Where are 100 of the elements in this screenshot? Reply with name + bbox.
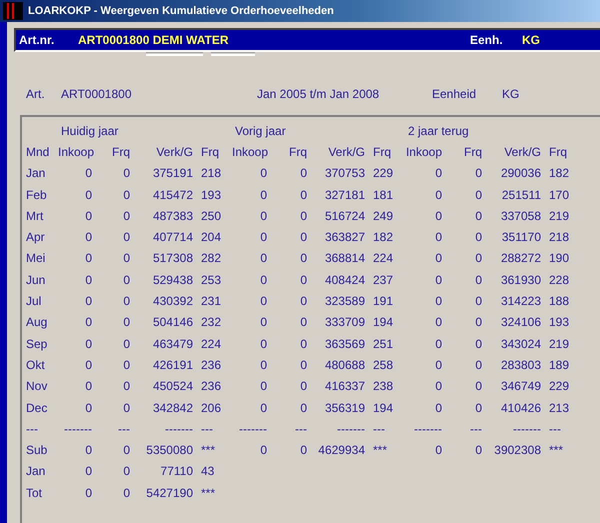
table-cell: 0 (85, 379, 92, 394)
table-cell: 0 (85, 166, 92, 180)
table-cell: 0 (123, 166, 130, 180)
table-cell: 181 (373, 188, 394, 202)
table-cell: 430392 (152, 294, 193, 308)
table-cell: ------- (337, 422, 365, 436)
column-header: Mnd (26, 144, 50, 159)
table-cell: 194 (373, 400, 394, 414)
table-cell: 333709 (324, 315, 365, 330)
table-cell: 0 (435, 188, 442, 202)
table-cell: 0 (260, 251, 267, 266)
table-cell: 290036 (500, 166, 541, 180)
row-label: Sub (26, 443, 48, 458)
table-cell: 0 (300, 230, 307, 244)
table-cell: 408424 (324, 272, 365, 287)
table-cell: 282 (201, 251, 222, 266)
table-cell: 0 (300, 379, 307, 394)
table-cell: --- (373, 422, 385, 436)
table-cell: 206 (201, 400, 222, 414)
table-cell: 0 (260, 336, 267, 351)
column-header: Inkoop (58, 144, 94, 159)
table-cell: 487383 (152, 208, 193, 223)
table-cell: 0 (475, 358, 482, 372)
table-cell: 324106 (500, 315, 541, 330)
table-cell: 194 (373, 315, 394, 330)
row-label: Nov (26, 379, 48, 394)
table-cell: 0 (260, 358, 267, 372)
table-cell: 0 (435, 230, 442, 244)
table-cell: 0 (435, 336, 442, 351)
table-cell: 0 (435, 251, 442, 266)
table-cell: 0 (123, 294, 130, 308)
table-cell: 229 (373, 166, 394, 180)
table-cell: 0 (260, 294, 267, 308)
column-header: Verk/G (156, 144, 193, 159)
table-cell: 480688 (324, 358, 365, 372)
table-cell: 361930 (500, 272, 541, 287)
table-cell: 415472 (152, 188, 193, 202)
table-cell: 0 (435, 166, 442, 180)
table-cell: 5427190 (146, 486, 193, 500)
table-cell: 236 (201, 358, 222, 372)
table-cell: --- (118, 422, 130, 436)
input-field[interactable] (146, 52, 203, 56)
article-value: ART0001800 DEMI WATER (78, 33, 230, 47)
table-cell: 0 (300, 166, 307, 180)
table-cell: 237 (373, 272, 394, 287)
input-field[interactable] (211, 52, 255, 56)
app-icon (3, 2, 23, 20)
table-cell: 0 (300, 188, 307, 202)
table-cell: 0 (300, 336, 307, 351)
table-cell: 517308 (152, 251, 193, 266)
table-cell: 0 (85, 315, 92, 330)
table-cell: 323589 (324, 294, 365, 308)
table-cell: 0 (85, 230, 92, 244)
row-label: Jan (26, 464, 46, 478)
table-cell: 0 (123, 400, 130, 414)
window-title: LOARKOKP - Weergeven Kumulatieve Orderhoeveelheden (28, 5, 334, 17)
table-cell: 288272 (500, 251, 541, 266)
table-cell: 0 (85, 272, 92, 287)
table-cell: 0 (85, 294, 92, 308)
table-cell: 219 (549, 208, 570, 223)
table-cell: 0 (123, 486, 130, 500)
table-cell: 0 (85, 400, 92, 414)
table-cell: 0 (260, 188, 267, 202)
table-cell: 190 (549, 251, 570, 266)
table-cell: 346749 (500, 379, 541, 394)
table-cell: 0 (475, 336, 482, 351)
table-cell: 0 (435, 379, 442, 394)
table-cell: 0 (300, 208, 307, 223)
table-cell: 238 (373, 379, 394, 394)
table-cell: 0 (475, 208, 482, 223)
table-cell: 407714 (152, 230, 193, 244)
table-cell: 0 (300, 294, 307, 308)
table-cell: 249 (373, 208, 394, 223)
table-cell: 0 (123, 379, 130, 394)
row-label: Mrt (26, 208, 44, 223)
table-cell: 343024 (500, 336, 541, 351)
table-cell: 0 (475, 188, 482, 202)
group-header: 2 jaar terug (408, 124, 469, 138)
table-cell: 314223 (500, 294, 541, 308)
row-label: Mei (26, 251, 46, 266)
table-cell: --- (201, 422, 213, 436)
table-cell: 351170 (502, 230, 541, 244)
table-cell: 193 (549, 315, 570, 330)
table-cell: ------- (165, 422, 193, 436)
table-cell: 188 (549, 294, 570, 308)
table-cell: 0 (260, 166, 267, 180)
table-cell: 0 (435, 272, 442, 287)
period-text: Jan 2005 t/m Jan 2008 (257, 87, 380, 103)
row-label: Apr (26, 230, 45, 244)
table-cell: 0 (475, 379, 482, 394)
table-cell: 204 (201, 230, 222, 244)
row-label: Sep (26, 336, 48, 351)
unit-value: KG (502, 87, 520, 103)
table-cell: 375191 (152, 166, 193, 180)
table-cell: 228 (549, 272, 570, 287)
table-cell: 0 (300, 400, 307, 414)
table-cell: 0 (85, 208, 92, 223)
table-cell: 0 (260, 315, 267, 330)
table-cell: ------- (414, 422, 442, 436)
table-cell: 504146 (152, 315, 193, 330)
